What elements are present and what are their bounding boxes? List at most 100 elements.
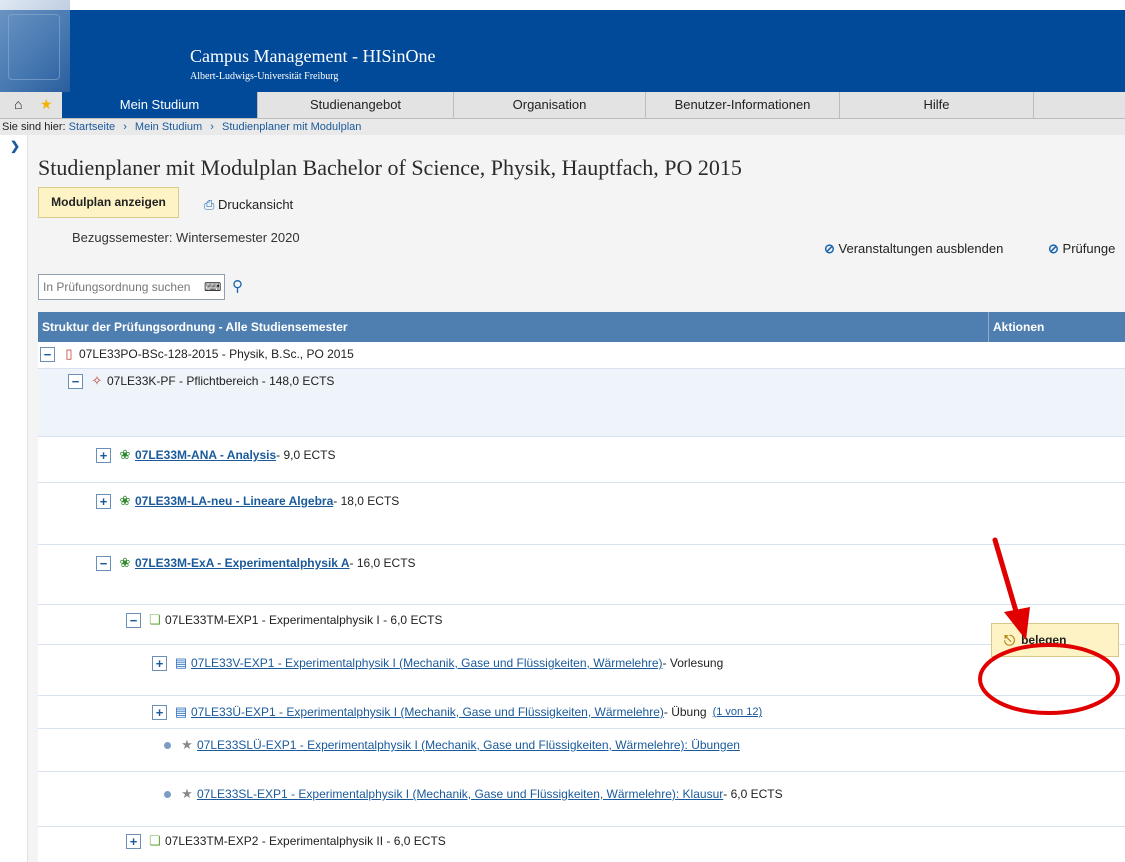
main-content: Studienplaner mit Modulplan Bachelor of … bbox=[28, 135, 1125, 862]
app-header: Campus Management - HISinOne Albert-Ludw… bbox=[0, 0, 1125, 92]
header-banner bbox=[0, 10, 1125, 92]
tree-node: − ❀ 07LE33M-ExA - Experimentalphysik A -… bbox=[96, 555, 416, 571]
puzzle-icon: ❀ bbox=[119, 555, 131, 570]
node-text: 07LE33TM-EXP1 - Experimentalphysik I - 6… bbox=[165, 613, 443, 627]
document-red-icon: ▯ bbox=[65, 346, 73, 361]
tree-node: + ❀ 07LE33M-LA-neu - Lineare Algebra - 1… bbox=[96, 493, 399, 509]
book-icon: ▤ bbox=[174, 655, 188, 670]
star-icon[interactable]: ★ bbox=[40, 96, 53, 113]
column-header-actions: Aktionen bbox=[993, 320, 1045, 334]
cubes-icon: ❏ bbox=[149, 833, 161, 848]
pruefungen-ausblenden-link[interactable]: ⊘ Prüfunge bbox=[1048, 241, 1115, 257]
table-row: + ❀ 07LE33M-LA-neu - Lineare Algebra - 1… bbox=[38, 483, 1125, 545]
collapse-toggle[interactable]: − bbox=[96, 555, 111, 571]
node-text: 07LE33PO-BSc-128-2015 - Physik, B.Sc., P… bbox=[79, 347, 354, 361]
node-text: - Übung bbox=[663, 705, 707, 719]
expand-toggle[interactable]: + bbox=[126, 833, 141, 849]
node-text: - 16,0 ECTS bbox=[349, 556, 416, 570]
breadcrumb-studienplaner[interactable]: Studienplaner mit Modulplan bbox=[222, 121, 361, 133]
nav-item-benutzer-informationen[interactable]: Benutzer-Informationen bbox=[646, 92, 840, 118]
node-text: - 9,0 ECTS bbox=[276, 448, 336, 462]
table-row: − ❀ 07LE33M-ExA - Experimentalphysik A -… bbox=[38, 545, 1125, 605]
tree-node: − ✧ 07LE33K-PF - Pflichtbereich - 148,0 … bbox=[68, 373, 334, 389]
table-row: ★ 07LE33SLÜ-EXP1 - Experimentalphysik I … bbox=[38, 729, 1125, 772]
group-count-link[interactable]: (1 von 12) bbox=[713, 706, 763, 718]
seal-frame bbox=[8, 14, 60, 80]
search-icon[interactable]: ⚲ bbox=[232, 277, 243, 295]
pruefungsordnung-search-input[interactable] bbox=[38, 274, 225, 300]
exam-link-uebungen[interactable]: 07LE33SLÜ-EXP1 - Experimentalphysik I (M… bbox=[197, 738, 740, 752]
veranstaltungen-ausblenden-link[interactable]: ⊘ Veranstaltungen ausblenden bbox=[824, 241, 1003, 257]
table-row: − ❏ 07LE33TM-EXP1 - Experimentalphysik I… bbox=[38, 605, 1125, 645]
breadcrumb-startseite[interactable]: Startseite bbox=[69, 121, 115, 133]
node-text: 07LE33TM-EXP2 - Experimentalphysik II - … bbox=[165, 834, 446, 848]
cubes-icon: ❏ bbox=[149, 612, 161, 627]
tree-node: + ❀ 07LE33M-ANA - Analysis - 9,0 ECTS bbox=[96, 447, 336, 463]
tree-node: + ❏ 07LE33TM-EXP2 - Experimentalphysik I… bbox=[126, 833, 446, 849]
breadcrumb-prefix: Sie sind hier: bbox=[2, 121, 66, 133]
nav-item-hilfe[interactable]: Hilfe bbox=[840, 92, 1034, 118]
breadcrumb: Sie sind hier: Startseite › Mein Studium… bbox=[0, 119, 1125, 135]
pruefungsordnung-tree: − ▯ 07LE33PO-BSc-128-2015 - Physik, B.Sc… bbox=[38, 342, 1125, 862]
keyboard-icon[interactable]: ⌨ bbox=[204, 280, 221, 294]
belegen-button[interactable]: ⎋ belegen bbox=[991, 623, 1119, 657]
nav-item-studienangebot[interactable]: Studienangebot bbox=[258, 92, 454, 118]
expand-sidebar-icon[interactable]: ❯ bbox=[10, 139, 20, 153]
leaf-bullet-icon bbox=[164, 741, 171, 749]
collapse-toggle[interactable]: − bbox=[40, 346, 55, 362]
main-navigation: ⌂ ★ Mein Studium Studienangebot Organisa… bbox=[0, 92, 1125, 119]
award-icon: ★ bbox=[181, 737, 193, 752]
collapse-toggle[interactable]: − bbox=[126, 612, 141, 628]
breadcrumb-mein-studium[interactable]: Mein Studium bbox=[135, 121, 202, 133]
tree-node: ★ 07LE33SLÜ-EXP1 - Experimentalphysik I … bbox=[160, 737, 740, 753]
collapse-toggle[interactable]: − bbox=[68, 373, 83, 389]
app-title: Campus Management - HISinOne bbox=[190, 46, 436, 66]
nav-item-mein-studium[interactable]: Mein Studium bbox=[62, 92, 258, 118]
expand-toggle[interactable]: + bbox=[96, 493, 111, 509]
expand-toggle[interactable]: + bbox=[96, 447, 111, 463]
table-header: Struktur der Prüfungsordnung - Alle Stud… bbox=[38, 312, 1125, 342]
university-seal-logo bbox=[0, 0, 70, 92]
module-link-lineare-algebra[interactable]: 07LE33M-LA-neu - Lineare Algebra bbox=[135, 494, 333, 508]
table-row: − ✧ 07LE33K-PF - Pflichtbereich - 148,0 … bbox=[38, 369, 1125, 437]
breadcrumb-separator: › bbox=[123, 121, 127, 133]
nav-item-organisation[interactable]: Organisation bbox=[454, 92, 646, 118]
module-link-analysis[interactable]: 07LE33M-ANA - Analysis bbox=[135, 448, 276, 462]
printer-icon: ⎙ bbox=[204, 197, 215, 212]
eye-slash-icon: ⊘ bbox=[824, 241, 835, 256]
tree-node: − ❏ 07LE33TM-EXP1 - Experimentalphysik I… bbox=[126, 612, 442, 628]
course-link-uebung[interactable]: 07LE33Ü-EXP1 - Experimentalphysik I (Mec… bbox=[191, 705, 664, 719]
node-text: 07LE33K-PF - Pflichtbereich - 148,0 ECTS bbox=[107, 374, 335, 388]
node-text: - Vorlesung bbox=[662, 656, 724, 670]
page-title: Studienplaner mit Modulplan Bachelor of … bbox=[38, 155, 742, 180]
node-text: - 6,0 ECTS bbox=[723, 787, 783, 801]
table-row: + ❀ 07LE33M-ANA - Analysis - 9,0 ECTS bbox=[38, 437, 1125, 483]
table-row: + ❏ 07LE33TM-EXP2 - Experimentalphysik I… bbox=[38, 827, 1125, 862]
node-text: - 18,0 ECTS bbox=[333, 494, 400, 508]
leaf-bullet-icon bbox=[164, 790, 171, 798]
door-enter-icon: ⎋ bbox=[1004, 631, 1016, 648]
expand-toggle[interactable]: + bbox=[152, 704, 167, 720]
home-icon[interactable]: ⌂ bbox=[14, 96, 22, 112]
druckansicht-label: Druckansicht bbox=[218, 197, 294, 212]
column-header-structure: Struktur der Prüfungsordnung - Alle Stud… bbox=[42, 320, 348, 334]
bezugssemester-text: Bezugssemester: Wintersemester 2020 bbox=[72, 230, 300, 245]
belegen-label: belegen bbox=[1021, 633, 1067, 647]
modulplan-anzeigen-button[interactable]: Modulplan anzeigen bbox=[38, 187, 179, 218]
druckansicht-link[interactable]: ⎙ Druckansicht bbox=[204, 197, 293, 213]
module-link-experimentalphysik-a[interactable]: 07LE33M-ExA - Experimentalphysik A bbox=[135, 556, 350, 570]
veranstaltungen-ausblenden-label: Veranstaltungen ausblenden bbox=[838, 241, 1004, 256]
course-link-vorlesung[interactable]: 07LE33V-EXP1 - Experimentalphysik I (Mec… bbox=[191, 656, 663, 670]
exam-link-klausur[interactable]: 07LE33SL-EXP1 - Experimentalphysik I (Me… bbox=[197, 787, 723, 801]
left-rail: ❯ bbox=[0, 135, 28, 862]
award-icon: ★ bbox=[181, 786, 193, 801]
tag-icon: ✧ bbox=[91, 373, 103, 388]
breadcrumb-separator: › bbox=[210, 121, 214, 133]
expand-toggle[interactable]: + bbox=[152, 655, 167, 671]
tree-node: + ▤ 07LE33Ü-EXP1 - Experimentalphysik I … bbox=[152, 704, 762, 720]
puzzle-icon: ❀ bbox=[119, 447, 131, 462]
tree-node: + ▤ 07LE33V-EXP1 - Experimentalphysik I … bbox=[152, 655, 723, 671]
table-row: + ▤ 07LE33V-EXP1 - Experimentalphysik I … bbox=[38, 645, 1125, 696]
puzzle-icon: ❀ bbox=[119, 493, 131, 508]
tree-node: − ▯ 07LE33PO-BSc-128-2015 - Physik, B.Sc… bbox=[40, 346, 354, 362]
